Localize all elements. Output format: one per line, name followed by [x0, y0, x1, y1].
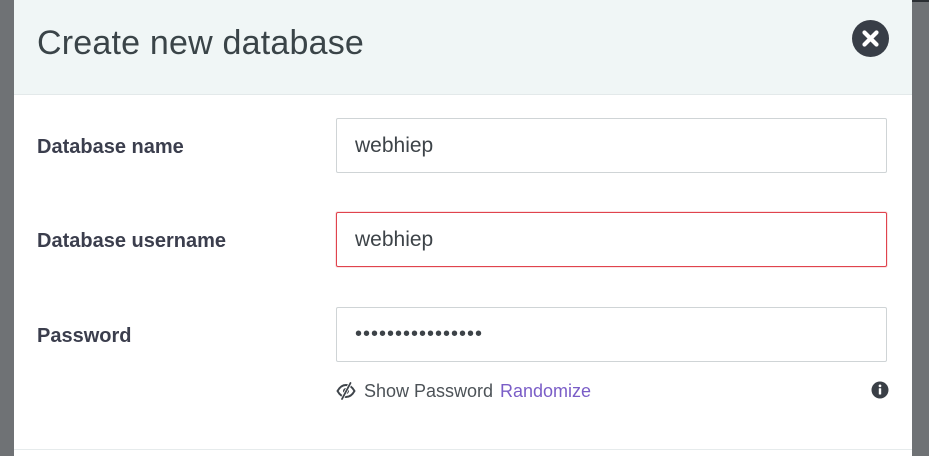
database-username-label: Database username — [37, 230, 226, 252]
randomize-link[interactable]: Randomize — [500, 381, 591, 402]
database-name-label: Database name — [37, 136, 184, 158]
modal-backdrop-right — [912, 0, 929, 456]
dialog-header: Create new database — [14, 0, 912, 95]
close-button[interactable] — [852, 20, 889, 57]
eye-slash-icon — [336, 382, 356, 400]
database-username-input[interactable] — [336, 212, 887, 267]
info-circle-icon[interactable] — [871, 381, 889, 399]
password-input[interactable] — [336, 307, 887, 362]
show-password-label: Show Password — [364, 380, 494, 401]
show-password-toggle[interactable]: Show Password — [336, 378, 493, 404]
dialog-title: Create new database — [37, 24, 365, 62]
close-circle-icon — [862, 30, 879, 47]
create-database-dialog: Create new database Database name Databa… — [14, 0, 912, 456]
modal-backdrop-left — [0, 0, 14, 456]
backdrop-edge — [912, 0, 929, 2]
database-name-input[interactable] — [336, 118, 887, 173]
dialog-footer-divider — [14, 449, 912, 450]
password-label: Password — [37, 325, 132, 347]
